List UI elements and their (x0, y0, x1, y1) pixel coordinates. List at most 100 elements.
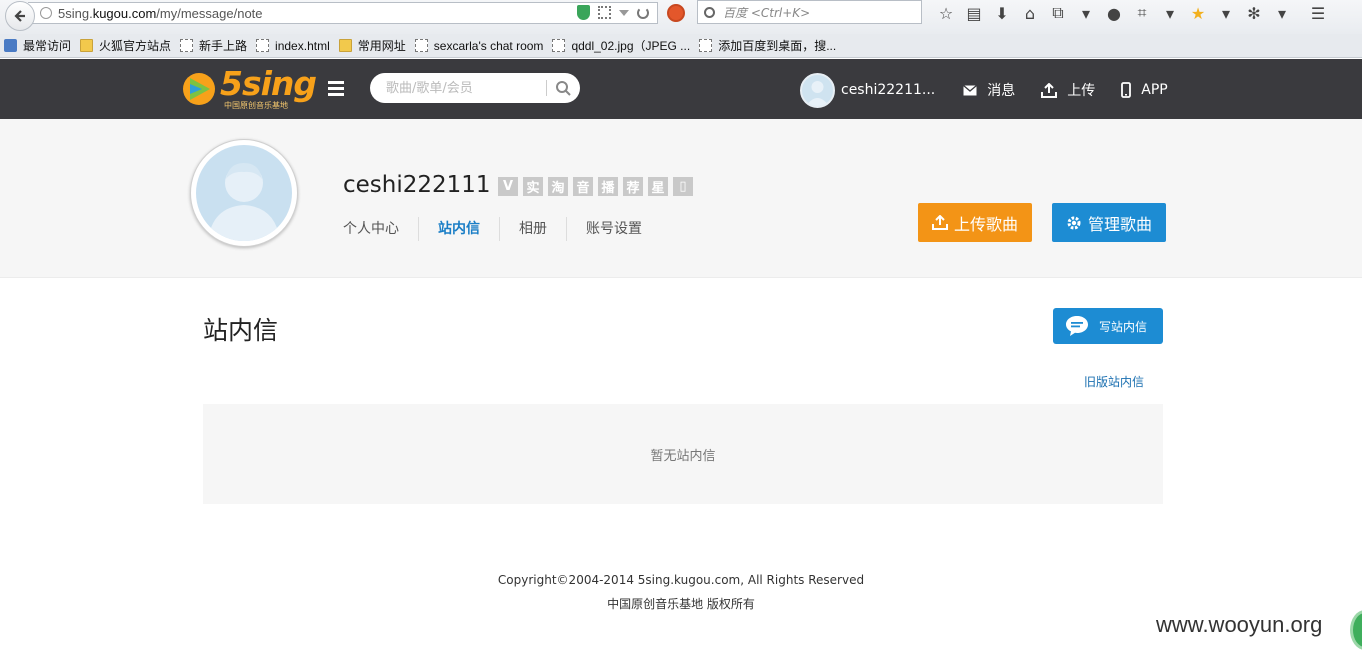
reading-list-icon[interactable]: ▤ (960, 3, 988, 23)
bookmark-item[interactable]: 常用网址 (338, 37, 406, 54)
bookmark-item[interactable]: qddl_02.jpg（JPEG ... (552, 37, 690, 54)
url-text: 5sing.kugou.com/my/message/note (58, 5, 263, 21)
profile-avatar[interactable] (190, 139, 298, 247)
site-search-button[interactable] (547, 73, 580, 103)
profile-tab[interactable]: 相册 (499, 217, 566, 241)
old-version-link[interactable]: 旧版站内信 (1084, 373, 1144, 390)
upload-icon (931, 215, 948, 230)
bookmark-item[interactable]: 火狐官方站点 (80, 37, 171, 54)
upload-icon (1041, 82, 1058, 98)
browser-search-field[interactable]: 百度 <Ctrl+K> (697, 0, 922, 24)
url-bar[interactable]: 5sing.kugou.com/my/message/note (28, 2, 658, 24)
home-icon[interactable]: ⌂ (1016, 3, 1044, 23)
manage-songs-label: 管理歌曲 (1087, 214, 1152, 234)
bug-icon[interactable]: ✻ (1240, 3, 1268, 23)
bookmark-item[interactable]: 添加百度到桌面，搜... (699, 37, 836, 54)
profile-tabs: 个人中心 站内信 相册 账号设置 (343, 217, 661, 241)
bookmarks-bar: 最常访问 火狐官方站点 新手上路 index.html 常用网址 sexcarla's c… (0, 34, 1362, 58)
profile-tab[interactable]: 站内信 (418, 217, 499, 241)
nav-upload[interactable]: 上传 (1041, 80, 1095, 100)
site-search-input[interactable] (386, 76, 546, 100)
profile-badge[interactable]: 音 (573, 177, 593, 196)
default-avatar-icon (806, 80, 829, 106)
shield-icon[interactable] (577, 5, 590, 20)
profile-badge[interactable]: 淘 (548, 177, 568, 196)
corner-widget-icon[interactable] (1350, 610, 1362, 650)
chevron-down-icon[interactable]: ▾ (1072, 3, 1100, 23)
bookmark-label: 火狐官方站点 (99, 39, 172, 53)
chat-icon[interactable]: ● (1100, 3, 1128, 23)
hamburger-menu-icon[interactable]: ☰ (1304, 3, 1332, 23)
footer: Copyright©2004-2014 5sing.kugou.com, All… (0, 568, 1362, 616)
crop-icon[interactable]: ⌗ (1128, 3, 1156, 23)
gear-icon (1067, 216, 1081, 229)
profile-badge[interactable]: 播 (598, 177, 618, 196)
site-header: 5sing 中国原创音乐基地 ceshi22211... 消息 上传 APP (0, 59, 1362, 119)
browser-toolbar: 5sing.kugou.com/my/message/note 百度 <Ctrl… (0, 0, 1362, 34)
site-logo[interactable]: 5sing 中国原创音乐基地 (182, 64, 317, 110)
upload-song-label: 上传歌曲 (953, 214, 1018, 234)
globe-icon (40, 7, 52, 19)
qr-code-icon[interactable] (598, 6, 611, 19)
reload-icon[interactable] (637, 6, 649, 19)
profile-badge[interactable]: ▯ (673, 177, 693, 196)
bookmark-label: 常用网址 (357, 39, 406, 53)
no-script-icon[interactable] (667, 4, 685, 22)
nav-messages[interactable]: 消息 (963, 80, 1015, 100)
empty-state-text: 暂无站内信 (650, 448, 716, 464)
manage-songs-button[interactable]: 管理歌曲 (1052, 203, 1166, 242)
chevron-down-icon[interactable]: ▾ (1268, 3, 1296, 23)
search-icon (704, 6, 715, 18)
browser-search-placeholder: 百度 <Ctrl+K> (723, 5, 811, 20)
profile-tab[interactable]: 账号设置 (566, 217, 661, 241)
profile-name: ceshi222111 (343, 172, 491, 198)
most-visited-icon (4, 39, 17, 52)
default-avatar-icon (208, 163, 280, 241)
search-icon (556, 81, 572, 96)
profile-badges: V 实淘音播荐星 ▯ (498, 177, 693, 196)
profile-badge[interactable]: 荐 (623, 177, 643, 196)
profile-badge[interactable]: 星 (648, 177, 668, 196)
write-message-label: 写站内信 (1099, 319, 1148, 334)
bookmark-item[interactable]: 新手上路 (180, 37, 247, 54)
profile-tab[interactable]: 个人中心 (343, 217, 418, 241)
message-list-empty: 暂无站内信 (203, 404, 1163, 504)
user-avatar[interactable] (800, 72, 835, 108)
chat-bubble-icon (1066, 316, 1088, 336)
profile-badge[interactable]: 实 (523, 177, 543, 196)
page-icon (699, 39, 713, 52)
page-icon (256, 39, 270, 52)
chevron-down-icon[interactable]: ▾ (1156, 3, 1184, 23)
bookmark-label: 新手上路 (199, 39, 248, 53)
profile-band: ceshi222111 V 实淘音播荐星 ▯ 个人中心 站内信 相册 账号设置 上传歌曲 … (0, 119, 1362, 278)
logo-subtitle: 中国原创音乐基地 (224, 101, 288, 110)
menu-icon[interactable] (328, 81, 348, 97)
bookmark-label: 最常访问 (23, 39, 72, 53)
bookmark-label: index.html (275, 38, 330, 53)
bookmark-item[interactable]: sexcarla's chat room (414, 38, 544, 53)
star-icon[interactable]: ☆ (932, 3, 960, 23)
mobile-icon (1121, 82, 1132, 98)
write-message-button[interactable]: 写站内信 (1053, 308, 1163, 344)
bookmark-item[interactable]: index.html (256, 39, 330, 53)
extension-star-icon[interactable]: ★ (1184, 3, 1212, 23)
share-icon[interactable]: ⧉ (1044, 3, 1072, 23)
upload-song-button[interactable]: 上传歌曲 (918, 203, 1032, 242)
arrow-left-icon (14, 10, 25, 22)
dropdown-arrow-icon[interactable] (619, 9, 629, 16)
user-name[interactable]: ceshi22211... (841, 82, 935, 98)
nav-app[interactable]: APP (1121, 82, 1168, 98)
logo-text: 5sing (220, 64, 317, 103)
page-icon (552, 39, 566, 52)
bookmark-label: 添加百度到桌面，搜... (718, 39, 837, 53)
chevron-down-icon[interactable]: ▾ (1212, 3, 1240, 23)
page-icon (180, 39, 194, 52)
bookmark-item[interactable]: 最常访问 (4, 37, 71, 54)
profile-badge[interactable]: V (498, 177, 518, 196)
back-button[interactable] (5, 1, 35, 31)
bookmark-label: sexcarla's chat room (433, 38, 544, 53)
nav-upload-label: 上传 (1067, 83, 1096, 99)
download-icon[interactable]: ⬇ (988, 3, 1016, 23)
folder-icon (338, 39, 352, 52)
site-search (370, 73, 580, 103)
